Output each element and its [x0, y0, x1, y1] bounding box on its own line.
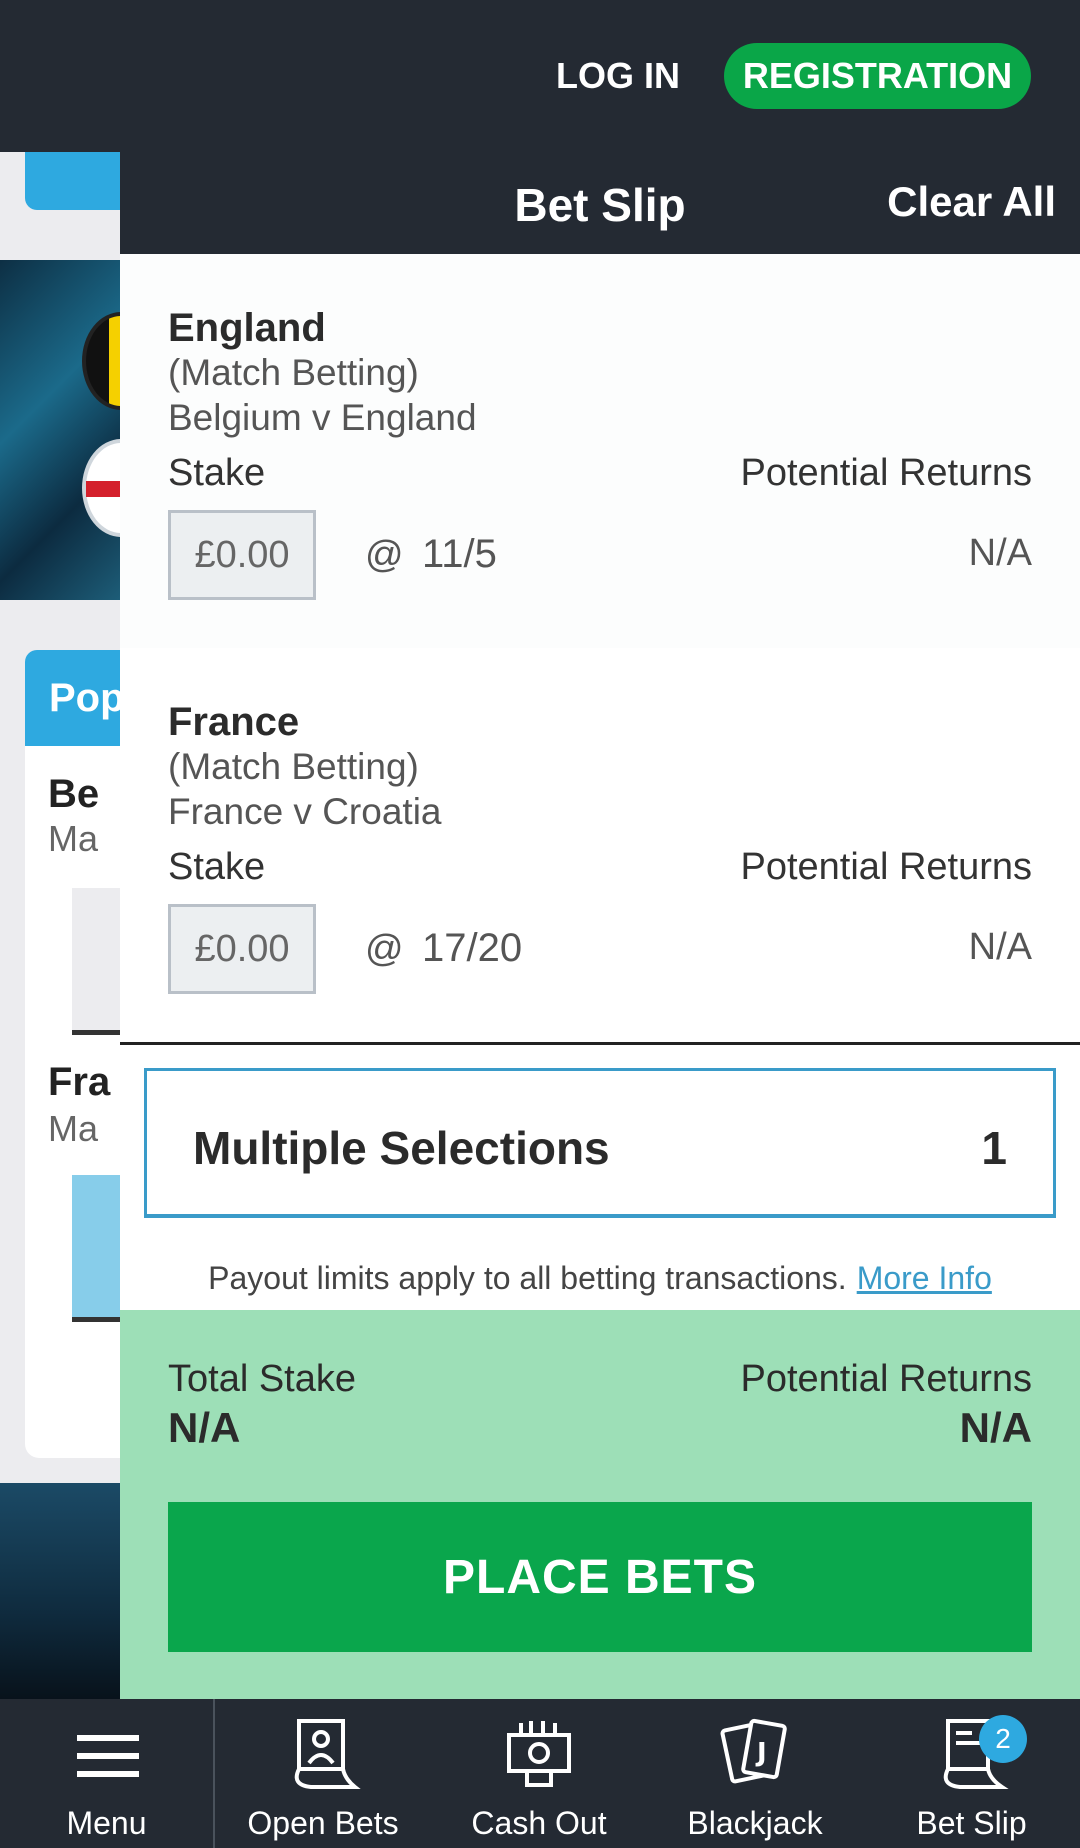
nav-open-bets[interactable]: Open Bets: [215, 1699, 431, 1848]
stake-label: Stake: [168, 846, 266, 888]
cash-out-icon: [507, 1721, 571, 1787]
stake-input[interactable]: [168, 510, 316, 600]
nav-label: Bet Slip: [916, 1805, 1027, 1841]
background-tab: [25, 152, 120, 210]
payout-limits-text: Payout limits apply to all betting trans…: [208, 1260, 847, 1296]
popular-tab: Pop: [25, 650, 120, 746]
blackjack-icon: J: [720, 1718, 787, 1784]
total-stake-value: N/A: [168, 1404, 241, 1451]
odds-at-symbol: @: [365, 534, 404, 576]
selection-event: Belgium v England: [168, 397, 477, 438]
selection-market: (Match Betting): [168, 352, 419, 393]
bet-slip-count-badge: 2: [979, 1715, 1027, 1763]
background-photo: [0, 1483, 120, 1699]
potential-returns-label: Potential Returns: [740, 846, 1033, 888]
potential-returns-value: N/A: [968, 532, 1032, 574]
stake-input[interactable]: [168, 904, 316, 994]
background-item-subtitle: Ma: [48, 1108, 99, 1149]
selection-card: England (Match Betting) Belgium v Englan…: [120, 254, 1080, 651]
bet-summary: Total Stake N/A Potential Returns N/A PL…: [120, 1310, 1080, 1699]
more-info-link[interactable]: More Info: [857, 1260, 992, 1296]
nav-label: Cash Out: [471, 1805, 607, 1841]
nav-label: Blackjack: [687, 1805, 823, 1841]
background-odds-box: [72, 888, 120, 1035]
multiple-selections-toggle[interactable]: Multiple Selections 1: [144, 1068, 1056, 1218]
place-bets-button[interactable]: PLACE BETS: [168, 1502, 1032, 1652]
total-stake-label: Total Stake: [168, 1358, 356, 1400]
background-item-subtitle: Ma: [48, 818, 99, 859]
nav-blackjack[interactable]: J Blackjack: [647, 1699, 863, 1848]
background-item-title: Fra: [48, 1060, 111, 1104]
nav-menu[interactable]: Menu: [0, 1699, 213, 1848]
background-odds-box-selected: [72, 1175, 120, 1322]
registration-button[interactable]: REGISTRATION: [724, 43, 1031, 109]
open-bets-icon: [294, 1719, 361, 1789]
potential-returns-value: N/A: [968, 926, 1032, 968]
selection-team: France: [168, 700, 300, 744]
bet-slip-header: Bet Slip Clear All: [120, 152, 1080, 254]
odds-at-symbol: @: [365, 928, 404, 970]
selection-card: France (Match Betting) France v Croatia …: [120, 648, 1080, 1045]
selection-team: England: [168, 306, 326, 350]
selection-market: (Match Betting): [168, 746, 419, 787]
selection-event: France v Croatia: [168, 791, 442, 832]
odds-value: 17/20: [422, 926, 523, 970]
login-button[interactable]: LOG IN: [548, 46, 688, 106]
nav-label: Open Bets: [247, 1805, 399, 1841]
nav-bet-slip[interactable]: 2 Bet Slip: [863, 1699, 1080, 1848]
nav-label: Menu: [66, 1805, 147, 1841]
clear-all-button[interactable]: Clear All: [887, 178, 1056, 226]
top-bar: LOG IN REGISTRATION: [0, 0, 1080, 152]
total-potential-returns-value: N/A: [959, 1404, 1032, 1451]
bottom-navigation: Menu Open Bets Cash Out J Blackjack 2 Be…: [0, 1699, 1080, 1848]
potential-returns-label: Potential Returns: [740, 452, 1033, 494]
multiple-selections-label: Multiple Selections: [193, 1122, 610, 1174]
bet-slip-panel: Bet Slip Clear All England (Match Bettin…: [120, 152, 1080, 1699]
menu-icon: [76, 1735, 139, 1777]
odds-value: 11/5: [422, 532, 497, 576]
stake-label: Stake: [168, 452, 266, 494]
background-page: Pop Be Ma Fra Ma: [0, 152, 120, 1699]
multiple-selections-count: 1: [981, 1122, 1007, 1174]
svg-text:J: J: [755, 1738, 767, 1768]
total-potential-returns-label: Potential Returns: [740, 1358, 1033, 1400]
background-item-title: Be: [48, 772, 100, 816]
nav-cash-out[interactable]: Cash Out: [431, 1699, 647, 1848]
payout-limits-notice: Payout limits apply to all betting trans…: [120, 1260, 1080, 1297]
background-hero-banner: [0, 260, 120, 600]
